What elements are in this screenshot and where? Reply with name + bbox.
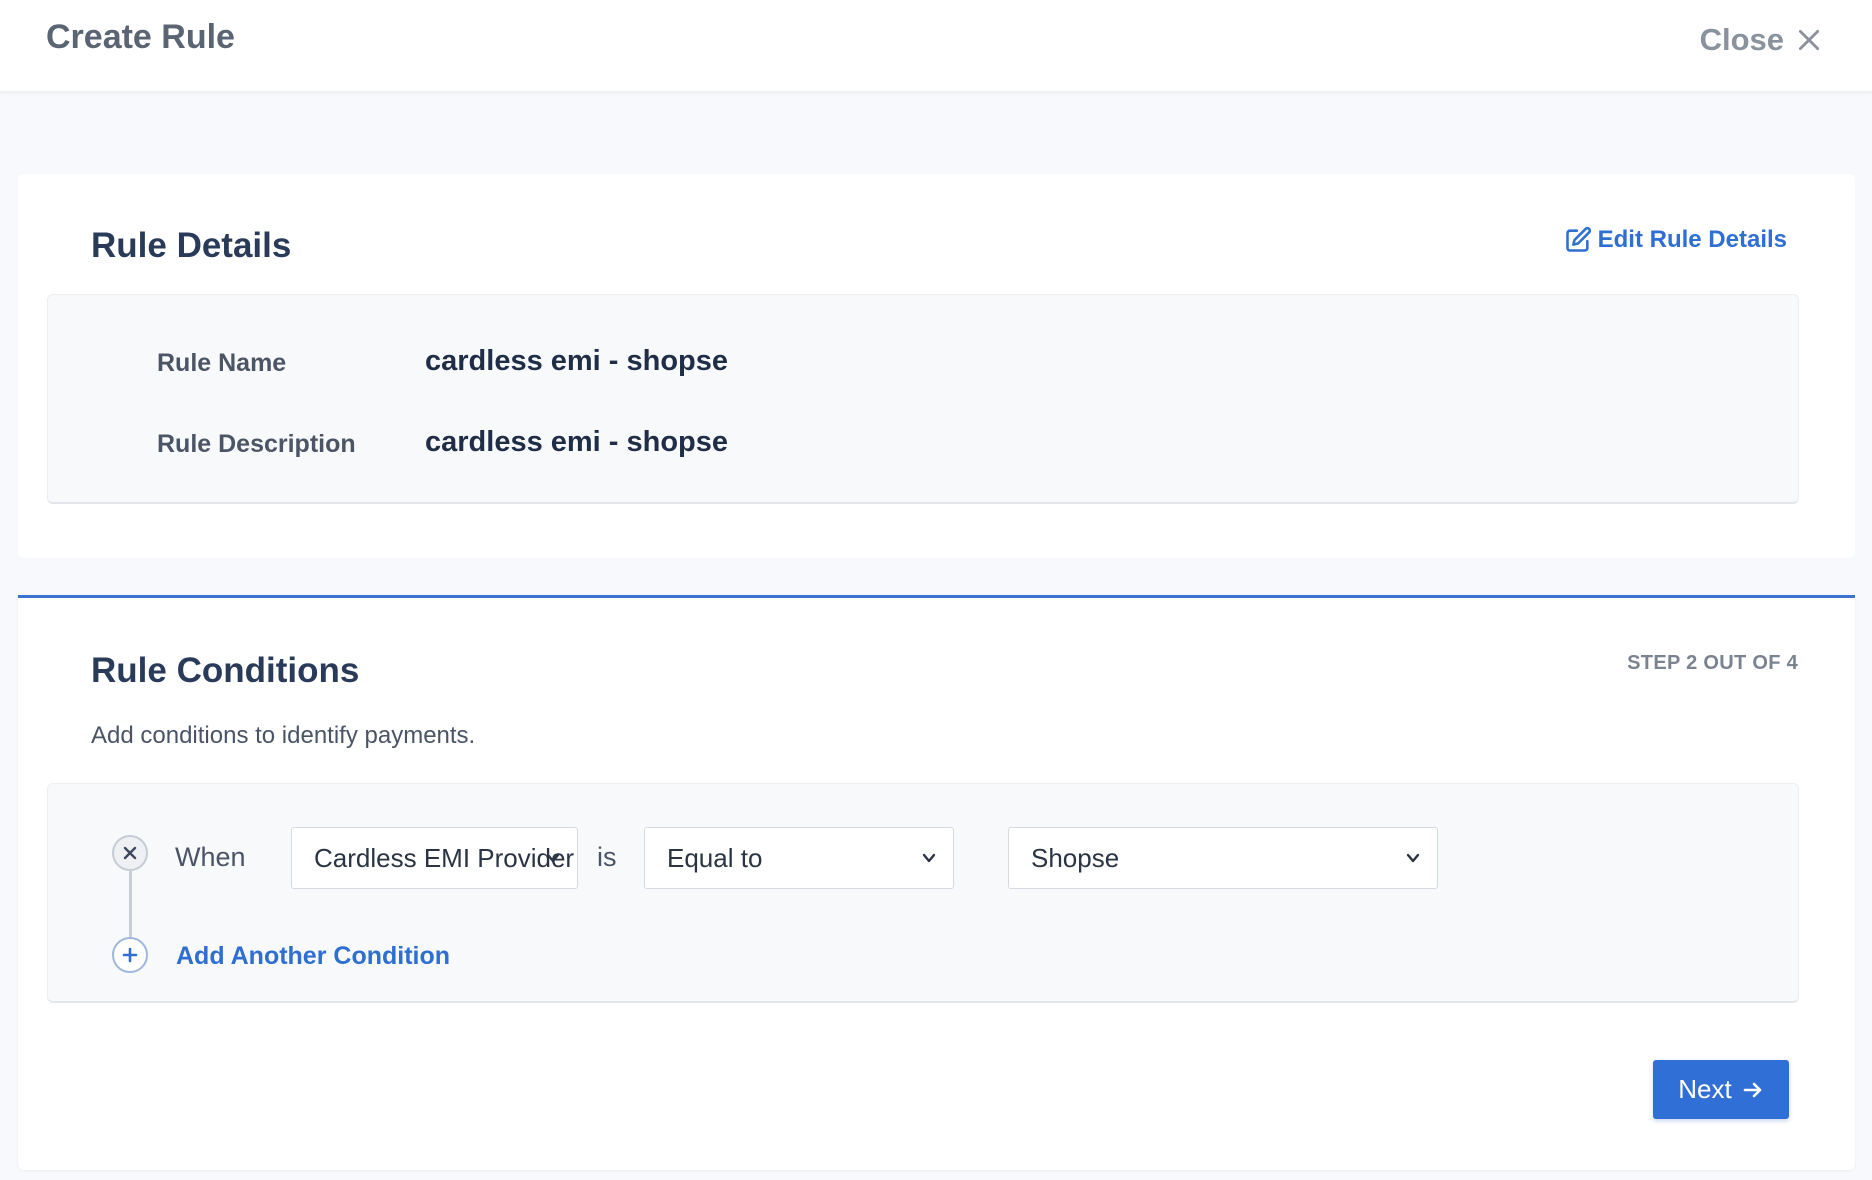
conditions-box: When Cardless EMI Provider is Equal to S…: [47, 783, 1799, 1003]
condition-field-select[interactable]: Cardless EMI Provider: [291, 827, 578, 889]
condition-connector-line: [129, 871, 132, 937]
edit-rule-details-label: Edit Rule Details: [1597, 226, 1787, 253]
condition-value-select[interactable]: Shopse: [1008, 827, 1438, 889]
condition-operator-value: Equal to: [667, 843, 763, 873]
is-label: is: [597, 842, 617, 872]
when-label: When: [175, 842, 246, 872]
rule-details-card: Rule Details Edit Rule Details Rule Name…: [18, 174, 1855, 558]
condition-value-text: Shopse: [1031, 843, 1120, 873]
rule-name-value: cardless emi - shopse: [425, 345, 729, 377]
rule-details-box: Rule Name cardless emi - shopse Rule Des…: [47, 294, 1799, 504]
remove-condition-icon: [123, 846, 137, 860]
close-label: Close: [1699, 22, 1784, 57]
chevron-down-icon: [546, 853, 560, 863]
top-bar: Create Rule Close: [0, 0, 1872, 92]
edit-icon: [1565, 226, 1591, 252]
condition-field-value: Cardless EMI Provider: [314, 843, 575, 873]
condition-operator-select[interactable]: Equal to: [644, 827, 954, 889]
step-indicator: STEP 2 OUT OF 4: [1627, 652, 1798, 674]
chevron-down-icon: [922, 853, 936, 863]
add-condition-circle-button[interactable]: [112, 937, 148, 973]
rule-description-label: Rule Description: [157, 430, 356, 458]
chevron-down-icon: [1406, 853, 1420, 863]
close-icon: [1798, 29, 1820, 51]
rule-name-label: Rule Name: [157, 349, 287, 377]
edit-rule-details-link[interactable]: Edit Rule Details: [1564, 226, 1787, 254]
plus-icon: [122, 947, 138, 963]
rule-conditions-card: Rule Conditions STEP 2 OUT OF 4 Add cond…: [18, 595, 1855, 1170]
rule-description-value: cardless emi - shopse: [425, 426, 729, 458]
remove-condition-button[interactable]: [112, 835, 148, 871]
next-label: Next: [1678, 1074, 1732, 1104]
arrow-right-icon: [1743, 1082, 1762, 1097]
rule-conditions-subtitle: Add conditions to identify payments.: [91, 722, 476, 749]
rule-conditions-title: Rule Conditions: [91, 651, 360, 690]
add-another-condition-link[interactable]: Add Another Condition: [176, 942, 450, 971]
close-button[interactable]: Close: [1700, 22, 1822, 58]
next-button[interactable]: Next: [1653, 1060, 1789, 1119]
rule-details-title: Rule Details: [91, 226, 292, 265]
page-title: Create Rule: [46, 18, 235, 56]
